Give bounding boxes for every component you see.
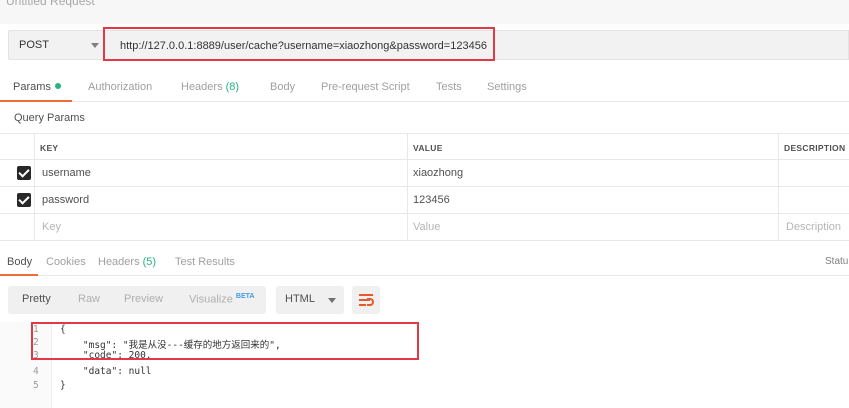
table-row: username xiaozhong	[0, 160, 849, 187]
status-label: Statu	[825, 256, 849, 267]
view-mode-group: Pretty Raw Preview Visualize BETA	[8, 286, 266, 314]
row-checkbox[interactable]	[17, 193, 31, 207]
column-divider	[34, 133, 35, 241]
line-number: 5	[33, 380, 39, 391]
table-row: password 123456	[0, 187, 849, 214]
response-toolbar: Pretty Raw Preview Visualize BETA HTML	[0, 286, 849, 314]
request-tabs: Params Authorization Headers (8) Body Pr…	[0, 72, 849, 102]
column-header-key: KEY	[40, 143, 59, 153]
tab-pre-request-script[interactable]: Pre-request Script	[321, 81, 410, 93]
key-placeholder[interactable]: Key	[42, 221, 61, 233]
raw-button[interactable]: Raw	[78, 293, 100, 305]
request-row: POST http://127.0.0.1:8889/user/cache?us…	[0, 24, 849, 64]
query-params-table: KEY VALUE DESCRIPTION username xiaozhong…	[0, 133, 849, 241]
response-tabs: Body Cookies Headers (5) Test Results	[0, 250, 849, 276]
wrap-lines-button[interactable]	[352, 286, 380, 314]
row-checkbox[interactable]	[17, 166, 31, 180]
tab-test-results[interactable]: Test Results	[175, 256, 235, 268]
format-label: HTML	[285, 293, 315, 305]
tab-settings[interactable]: Settings	[487, 81, 527, 93]
tab-headers[interactable]: Headers (8)	[181, 81, 239, 93]
response-highlight-box	[31, 322, 419, 360]
tab-response-body[interactable]: Body	[7, 256, 32, 268]
active-response-tab-indicator	[0, 274, 38, 276]
chevron-down-icon	[91, 43, 99, 48]
code-line: }	[60, 380, 66, 391]
tab-params[interactable]: Params	[13, 81, 61, 93]
query-params-title: Query Params	[14, 112, 85, 124]
method-label: POST	[19, 39, 49, 51]
tab-authorization[interactable]: Authorization	[88, 81, 152, 93]
table-header-row: KEY VALUE DESCRIPTION	[0, 133, 849, 160]
param-key[interactable]: password	[42, 194, 89, 206]
chevron-down-icon	[328, 298, 336, 303]
pretty-button[interactable]: Pretty	[22, 293, 51, 305]
column-divider	[407, 133, 408, 241]
line-number: 4	[33, 366, 39, 377]
params-active-dot	[54, 83, 61, 89]
column-header-description: DESCRIPTION	[784, 143, 846, 153]
table-row-new: Key Value Description	[0, 214, 849, 241]
headers-count: (8)	[225, 81, 240, 93]
preview-button[interactable]: Preview	[124, 293, 163, 305]
request-title-bar: Untitled Request	[0, 0, 849, 24]
method-select[interactable]: POST	[8, 30, 104, 60]
param-key[interactable]: username	[42, 167, 91, 179]
value-placeholder[interactable]: Value	[413, 221, 440, 233]
column-header-value: VALUE	[413, 143, 443, 153]
column-divider	[778, 133, 779, 241]
beta-badge: BETA	[235, 293, 255, 300]
code-line: "data": null	[60, 366, 152, 377]
active-tab-indicator	[0, 100, 72, 102]
url-highlight-box	[103, 27, 495, 61]
visualize-button[interactable]: Visualize BETA	[189, 293, 254, 306]
description-placeholder[interactable]: Description	[786, 221, 841, 233]
request-title[interactable]: Untitled Request	[6, 0, 95, 8]
tab-response-headers[interactable]: Headers (5)	[98, 256, 156, 268]
tab-body[interactable]: Body	[270, 81, 295, 93]
param-value[interactable]: xiaozhong	[413, 167, 463, 179]
param-value[interactable]: 123456	[413, 194, 450, 206]
response-headers-count: (5)	[142, 256, 157, 268]
format-select[interactable]: HTML	[276, 286, 344, 314]
tab-tests[interactable]: Tests	[436, 81, 462, 93]
tab-cookies[interactable]: Cookies	[46, 256, 86, 268]
